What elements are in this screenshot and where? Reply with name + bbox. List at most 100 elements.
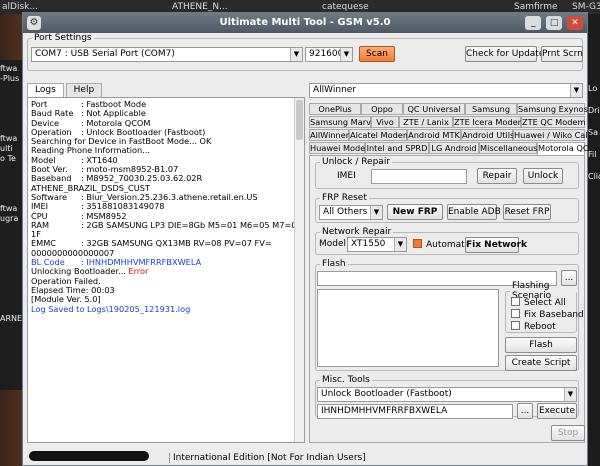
tab-allwinner[interactable]: AllWinner [309,129,349,141]
tab-motorola-qc[interactable]: Motorola QC [537,142,589,155]
new-frp-button[interactable]: New FRP [387,204,443,220]
flash-file-list[interactable] [317,289,499,367]
desktop-item[interactable]: catequese [322,2,369,12]
desktop-icon-label[interactable]: ugra [0,214,22,224]
reboot-label: Reboot [524,322,556,332]
baud-select[interactable]: 921600 ▼ [305,47,353,62]
tab-huawei-modem[interactable]: Huawei Modem [309,142,373,154]
maximize-button[interactable]: □ [546,16,563,30]
log-line: Port: Fastboot Mode [28,100,304,109]
imei-input[interactable] [371,169,467,184]
reset-frp-button[interactable]: Reset FRP [503,204,551,220]
unlock-button[interactable]: Unlock [523,168,563,184]
repair-button[interactable]: Repair [477,168,517,184]
platform-select[interactable]: AllWinner ▼ [309,83,583,98]
desktop-item[interactable]: alDisk... [2,2,38,12]
log-line: Boot Ver.: moto-msm8952-B1.07 [28,165,304,174]
chevron-down-icon: ▼ [394,238,406,251]
tab-android-mtk[interactable]: Android MTK [407,129,461,141]
tab-oneplus[interactable]: OnePlus [309,103,361,115]
tab-intel-sprd[interactable]: Intel and SPRD [365,142,429,154]
desktop-item[interactable]: ATHENE_N... [172,2,228,12]
desktop-icon-label[interactable]: -Plus [0,74,22,84]
select-all-checkbox[interactable]: Select All [511,297,566,308]
flash-button[interactable]: Flash [505,337,577,353]
chevron-down-icon: ▼ [370,206,382,219]
tab-zte-lanix[interactable]: ZTE / Lanix [399,116,453,128]
tab-samsung-exynos[interactable]: Samsung Exynos [517,103,588,115]
log-key: Boot Ver. [31,165,68,175]
log-value: : Blur_Version.25.236.3.athene.retail.en… [81,192,258,202]
desktop-icon-label[interactable]: ARNE [0,314,22,324]
fix-network-button[interactable]: Fix Network [465,237,527,253]
log-line: IMEI: 351881083149078 [28,202,304,211]
tab-samsung[interactable]: Samsung [465,103,517,115]
desktop-right-label: Fil [588,150,597,159]
tab-miscellaneous[interactable]: Miscellaneous [479,142,537,154]
frp-reset-legend: FRP Reset [322,193,367,203]
desktop-icon-label[interactable]: ftwa [0,204,22,214]
fix-baseband-checkbox[interactable]: Fix Baseband [511,309,584,320]
automatic-checkbox[interactable]: Automatic [413,239,472,250]
misc-tool-select[interactable]: Unlock Bootloader (Fastboot) ▼ [317,387,577,402]
frp-select[interactable]: All Others ▼ [319,205,383,220]
log-key: Baud Rate [31,109,74,119]
model-select[interactable]: XT1550 ▼ [347,237,407,252]
window-title: Ultimate Multi Tool - GSM v5.0 [219,17,391,28]
minimize-button[interactable]: _ [525,16,542,30]
model-label: Model [319,239,347,249]
log-scrollbar[interactable] [294,98,304,442]
reboot-checkbox[interactable]: Reboot [511,321,556,332]
log-value: : 32GB SAMSUNG QX13MB RV=08 PV=07 FV= [81,239,272,249]
log-line: Operation: Unlock Bootloader (Fastboot) [28,128,304,137]
window-controls: _ □ ✕ [523,16,583,30]
port-select[interactable]: COM7 : USB Serial Port (COM7) ▼ [31,47,303,62]
tab-lg-android[interactable]: LG Android [429,142,479,154]
desktop-icon-label[interactable]: ftwa [0,134,22,144]
tab-vivo[interactable]: Vivo [371,116,399,128]
title-bar[interactable]: ⚙ Ultimate Multi Tool - GSM v5.0 _ □ ✕ [23,13,587,33]
misc-browse-button[interactable]: ... [517,403,533,419]
execute-button[interactable]: Execute [537,403,577,419]
tab-help[interactable]: Help [65,83,103,97]
stop-button[interactable]: Stop [551,425,585,441]
log-value: : 351881083149078 [81,202,165,212]
log-value: 0000000000000007 [31,248,115,258]
desktop-right-label: Lo [588,84,598,93]
enable-adb-button[interactable]: Enable ADB [447,204,501,220]
log-value: [Module Ver. 5.0] [31,295,101,305]
log-value: : MSM8952 [81,211,127,221]
desktop-icon-label[interactable]: o Te [0,154,22,164]
log-value: 1F [31,230,41,240]
desktop-icon-label[interactable]: ftwa [0,64,22,74]
log-key: CPU [31,211,48,221]
tab-logs[interactable]: Logs [27,83,64,97]
log-output[interactable]: Port: Fastboot Mode Baud Rate: Not Applic… [27,97,305,443]
desktop-item[interactable]: SM-G3 [572,2,600,12]
desktop-icon-label[interactable]: ulti [0,144,22,154]
tab-android-utils[interactable]: Android Utils [461,129,514,141]
flash-legend: Flash [322,259,346,269]
check-update-button[interactable]: Check for Update [465,46,544,62]
tab-zte-qc-modem[interactable]: ZTE QC Modem [521,116,585,128]
scrollbar-thumb[interactable] [296,100,303,140]
tab-alcatel-modem[interactable]: Alcatel Modem [349,129,411,141]
create-script-button[interactable]: Create Script [505,355,577,371]
tab-oppo[interactable]: Oppo [361,103,403,115]
log-key: Operation [31,127,72,137]
desktop-item[interactable]: Samfirme [514,2,558,12]
tab-samsung-marvel[interactable]: Samsung Marvel [309,116,378,128]
print-screen-button[interactable]: Prnt Scrn [541,46,583,62]
log-line: Device: Motorola QCOM [28,119,304,128]
log-value: Log Saved to Logs\190205_121931.log [31,304,191,314]
unlock-repair-legend: Unlock / Repair [322,157,391,167]
log-value: Operation Failed. [31,276,101,286]
misc-tool-input[interactable]: IHNHDMHHVMFRRFBXWELA [317,404,513,419]
tab-zte-icera-modem[interactable]: ZTE Icera Modem [453,116,526,128]
scan-button[interactable]: Scan [359,46,395,62]
log-line: Reading Phone Information... [28,146,304,155]
main-window: ⚙ Ultimate Multi Tool - GSM v5.0 _ □ ✕ P… [22,12,592,466]
close-button[interactable]: ✕ [567,16,583,30]
tab-huawei-wiko-calc[interactable]: Huawei / Wiko Calc [513,129,592,141]
tab-qc-universal[interactable]: QC Universal [403,103,465,115]
